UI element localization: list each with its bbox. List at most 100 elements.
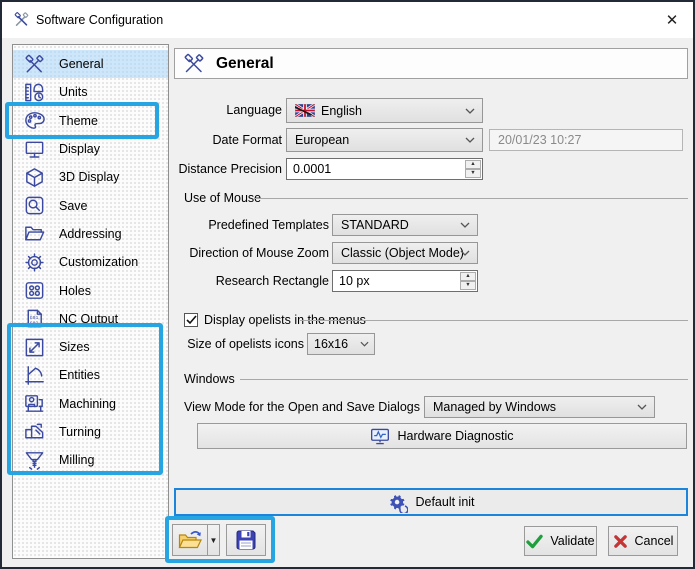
entities-icon (22, 363, 46, 387)
uk-flag-strikethrough-icon (295, 104, 315, 117)
opelists-icon-size-value: 16x16 (314, 337, 348, 351)
machining-icon (22, 392, 46, 416)
folder-open-icon[interactable] (173, 525, 207, 555)
view-mode-value: Managed by Windows (433, 400, 556, 414)
use-of-mouse-group-title: Use of Mouse (184, 191, 261, 205)
open-dropdown-arrow-icon[interactable]: ▼ (207, 525, 219, 555)
open-config-button[interactable]: ▼ (172, 524, 220, 556)
default-init-label: Default init (415, 495, 474, 509)
sidebar-item-3d-display[interactable]: 3D Display (13, 163, 168, 191)
use-of-mouse-group-line (255, 198, 688, 199)
svg-text:G02: G02 (29, 321, 38, 327)
research-rectangle-input[interactable]: 10 px ▲ ▼ (332, 270, 478, 292)
spinner-down-icon[interactable]: ▼ (460, 281, 476, 290)
spinner-down-icon[interactable]: ▼ (465, 169, 481, 178)
view-mode-select[interactable]: Managed by Windows (424, 396, 655, 418)
predefined-templates-label: Predefined Templates (152, 214, 329, 236)
mouse-zoom-label: Direction of Mouse Zoom (152, 242, 329, 264)
sidebar-item-label: Milling (59, 453, 94, 467)
opelists-icon-size-select[interactable]: 16x16 (307, 333, 375, 355)
milling-icon (22, 448, 46, 472)
turning-icon (22, 420, 46, 444)
validate-button[interactable]: Validate (524, 526, 597, 556)
checkmark-icon (186, 315, 197, 325)
opelists-group-line (300, 320, 688, 321)
close-icon[interactable]: ✕ (661, 10, 683, 32)
view-mode-label: View Mode for the Open and Save Dialogs (174, 396, 420, 418)
chevron-down-icon (460, 250, 470, 256)
sidebar-item-addressing[interactable]: Addressing (13, 220, 168, 248)
sidebar-item-label: Entities (59, 368, 100, 382)
sidebar-item-nc-output[interactable]: G01 G02 NC Output (13, 305, 168, 333)
theme-icon (22, 109, 46, 133)
cancel-button[interactable]: Cancel (608, 526, 678, 556)
distance-precision-input[interactable]: 0.0001 ▲ ▼ (286, 158, 483, 180)
hardware-diagnostic-label: Hardware Diagnostic (397, 429, 513, 443)
sidebar-item-customization[interactable]: Customization (13, 248, 168, 276)
sidebar-item-display[interactable]: Display (13, 135, 168, 163)
sidebar-item-label: Display (59, 142, 100, 156)
mouse-zoom-value: Classic (Object Mode) (341, 246, 464, 260)
chevron-down-icon (465, 108, 475, 114)
date-preview-value: 20/01/23 10:27 (498, 133, 581, 147)
sidebar-item-turning[interactable]: Turning (13, 418, 168, 446)
sidebar-item-label: Theme (59, 114, 98, 128)
chevron-down-icon (637, 404, 647, 410)
validate-check-icon (526, 534, 543, 549)
research-rectangle-label: Research Rectangle (152, 270, 329, 292)
window-title: Software Configuration (36, 2, 163, 38)
customization-icon (22, 250, 46, 274)
predefined-templates-value: STANDARD (341, 218, 409, 232)
chevron-down-icon (360, 341, 369, 347)
language-select[interactable]: English (286, 98, 483, 123)
display-icon (22, 137, 46, 161)
date-format-select[interactable]: European (286, 128, 483, 152)
page-title: General (216, 55, 274, 73)
general-icon (22, 52, 46, 76)
hardware-diagnostic-button[interactable]: Hardware Diagnostic (197, 423, 687, 449)
sizes-icon (22, 335, 46, 359)
mouse-zoom-select[interactable]: Classic (Object Mode) (332, 242, 478, 264)
nc-output-icon: G01 G02 (22, 307, 46, 331)
predefined-templates-select[interactable]: STANDARD (332, 214, 478, 236)
svg-text:G01: G01 (29, 315, 38, 321)
title-bar: Software Configuration ✕ (2, 2, 693, 38)
date-format-label: Date Format (174, 128, 282, 152)
sidebar-item-label: Sizes (59, 340, 90, 354)
default-init-button[interactable]: Default init (174, 488, 688, 516)
spinner-up-icon[interactable]: ▲ (465, 160, 481, 169)
general-icon (182, 52, 206, 76)
chevron-down-icon (465, 137, 475, 143)
sidebar-item-label: Customization (59, 255, 138, 269)
sidebar-item-label: Units (59, 85, 87, 99)
language-value: English (321, 104, 362, 118)
sidebar-item-holes[interactable]: Holes (13, 276, 168, 304)
sidebar-item-units[interactable]: Units (13, 78, 168, 106)
sidebar-item-machining[interactable]: Machining (13, 390, 168, 418)
sidebar-item-label: General (59, 57, 103, 71)
spinner-up-icon[interactable]: ▲ (460, 272, 476, 281)
display-opelists-checkbox[interactable] (184, 313, 198, 327)
default-init-gears-icon (387, 492, 408, 513)
app-tools-icon (13, 11, 30, 31)
sidebar-item-label: Holes (59, 284, 91, 298)
sidebar-item-label: NC Output (59, 312, 118, 326)
distance-precision-value: 0.0001 (293, 162, 331, 176)
holes-icon (22, 279, 46, 303)
sidebar-item-entities[interactable]: Entities (13, 361, 168, 389)
hardware-diagnostic-icon (370, 428, 390, 445)
page-header: General (174, 48, 688, 79)
software-configuration-dialog: Software Configuration ✕ General (0, 0, 695, 569)
cancel-label: Cancel (635, 534, 674, 548)
save-icon (22, 194, 46, 218)
3d-display-icon (22, 165, 46, 189)
sidebar-item-theme[interactable]: Theme (13, 107, 168, 135)
save-config-button[interactable] (226, 524, 266, 556)
sidebar-item-general[interactable]: General (13, 50, 168, 78)
sidebar-item-save[interactable]: Save (13, 191, 168, 219)
windows-group-line (240, 379, 688, 380)
date-format-value: European (295, 133, 349, 147)
sidebar-item-milling[interactable]: Milling (13, 446, 168, 474)
distance-precision-label: Distance Precision (174, 158, 282, 180)
sidebar-item-sizes[interactable]: Sizes (13, 333, 168, 361)
